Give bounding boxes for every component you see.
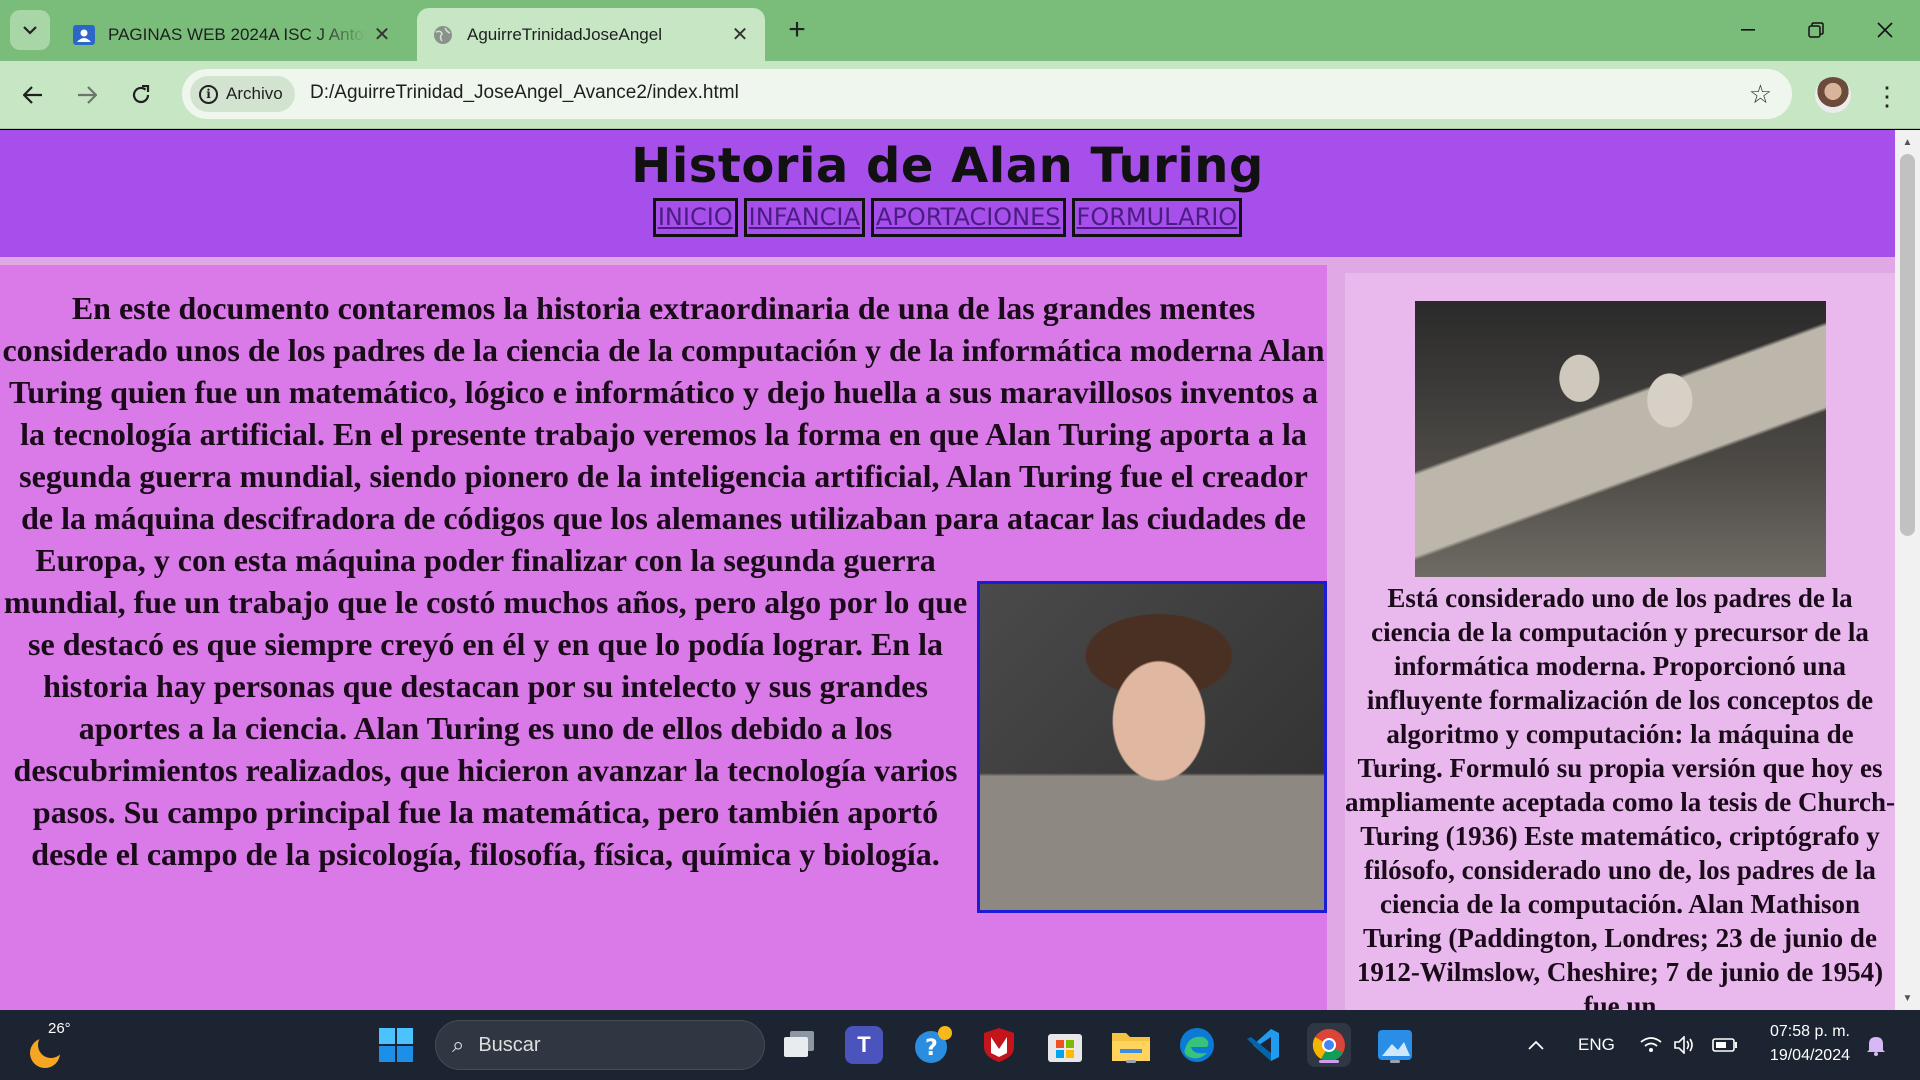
windows-taskbar: 26° ⌕ Buscar T ? ENG 07:58 p. m. 19/04/2… [0,1010,1920,1080]
weather-widget[interactable]: 26° [28,1020,71,1070]
running-indicator [1390,1060,1400,1063]
turing-working-photo [1415,301,1826,577]
mcafee-icon[interactable] [977,1023,1021,1067]
windows-start-icon[interactable] [374,1023,418,1067]
chrome-icon[interactable] [1307,1023,1351,1067]
taskbar-search[interactable]: ⌕ Buscar [435,1020,765,1070]
minimize-icon[interactable] [1725,8,1771,52]
new-tab-plus-icon[interactable]: + [780,13,814,47]
classroom-icon [72,23,96,47]
more-menu-icon[interactable]: ⋮ [1872,78,1902,114]
sidebar-paragraph: Está considerado uno de los padres de la… [1345,583,1895,1010]
clock-date: 19/04/2024 [1769,1047,1850,1064]
store-icon[interactable] [1043,1023,1087,1067]
address-bar[interactable]: i Archivo D:/AguirreTrinidad_JoseAngel_A… [182,69,1792,119]
chevron-down-icon [23,26,37,35]
scroll-up-arrow-icon[interactable]: ▲ [1895,132,1920,152]
chip-label: Archivo [226,84,283,103]
system-clock[interactable]: 07:58 p. m. 19/04/2024 [1740,1020,1850,1068]
site-info-chip[interactable]: i Archivo [190,76,295,112]
forward-arrow-icon[interactable] [67,75,107,115]
tips-icon[interactable]: ? [911,1023,955,1067]
wifi-icon[interactable] [1640,1010,1662,1080]
tab-title: AguirreTrinidadJoseAngel [467,24,662,44]
scrollbar-thumb[interactable] [1900,154,1915,536]
browser-tab-strip: PAGINAS WEB 2024A ISC J Antonio ✕ Aguirr… [0,0,1920,61]
active-app-indicator [1319,1060,1339,1063]
search-icon: ⌕ [452,1032,465,1057]
close-window-icon[interactable] [1862,8,1908,52]
scroll-down-arrow-icon[interactable]: ▼ [1895,988,1920,1008]
restore-icon[interactable] [1793,8,1839,52]
nav-link-infancia[interactable]: INFANCIA [743,198,865,237]
nav-link-inicio[interactable]: INICIO [652,198,738,237]
page-title: Historia de Alan Turing [631,138,1264,194]
main-content: En este documento contaremos la historia… [0,265,1327,1010]
alan-turing-portrait [977,581,1327,913]
volume-icon[interactable] [1674,1010,1696,1080]
info-icon: i [199,84,218,104]
clock-time: 07:58 p. m. [1769,1023,1850,1040]
teams-icon[interactable]: T [845,1026,883,1064]
nav-link-formulario[interactable]: FORMULARIO [1071,198,1243,237]
notification-bell-icon[interactable] [1866,1010,1886,1080]
back-arrow-icon[interactable] [13,75,53,115]
file-explorer-icon[interactable] [1109,1023,1153,1067]
close-tab-icon[interactable]: ✕ [367,20,397,50]
url-text[interactable]: D:/AguirreTrinidad_JoseAngel_Avance2/ind… [310,82,739,104]
tab-paginas-web[interactable]: PAGINAS WEB 2024A ISC J Antonio ✕ [62,8,407,61]
close-tab-icon[interactable]: ✕ [725,20,755,50]
reload-icon[interactable] [121,75,161,115]
page-scrollbar[interactable]: ▲ ▼ [1895,130,1920,1010]
profile-avatar[interactable] [1815,77,1851,113]
vscode-icon[interactable] [1241,1023,1285,1067]
running-indicator [1126,1060,1136,1063]
site-nav: INICIO INFANCIA APORTACIONES FORMULARIO [0,198,1895,237]
edge-icon[interactable] [1175,1023,1219,1067]
search-placeholder: Buscar [478,1033,541,1056]
browser-toolbar: i Archivo D:/AguirreTrinidad_JoseAngel_A… [0,61,1920,129]
photos-icon[interactable] [1373,1023,1417,1067]
globe-icon [431,23,455,47]
language-indicator[interactable]: ENG [1578,1010,1615,1080]
nav-link-aportaciones[interactable]: APORTACIONES [870,198,1066,237]
page-viewport: Historia de Alan Turing INICIO INFANCIA … [0,130,1895,1010]
site-header: Historia de Alan Turing INICIO INFANCIA … [0,130,1895,257]
sidebar: Está considerado uno de los padres de la… [1345,273,1895,1010]
weather-temp: 26° [48,1020,71,1037]
tab-aguirre-trinidad[interactable]: AguirreTrinidadJoseAngel ✕ [417,8,765,61]
battery-icon[interactable] [1712,1010,1738,1080]
show-hidden-icons-chevron-up-icon[interactable] [1528,1010,1544,1080]
tab-title: PAGINAS WEB 2024A ISC J Antonio [108,24,367,44]
tab-search-button[interactable] [10,10,50,50]
main-article: En este documento contaremos la historia… [0,287,1327,921]
bookmark-star-icon[interactable]: ☆ [1749,79,1772,110]
task-view-icon[interactable] [778,1023,822,1067]
svg-text:?: ? [925,1036,938,1061]
